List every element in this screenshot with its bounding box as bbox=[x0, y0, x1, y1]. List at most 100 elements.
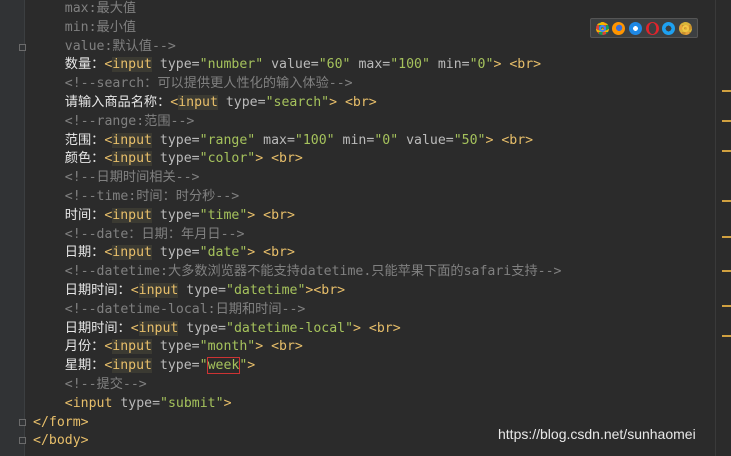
code-token: "datetime-local" bbox=[226, 320, 354, 336]
code-line[interactable]: </form> bbox=[33, 413, 89, 432]
code-line[interactable]: 时间：<input type="time"> <br> bbox=[33, 206, 295, 225]
code-token: "time" bbox=[199, 207, 248, 223]
code-token: > <br> bbox=[247, 245, 295, 261]
code-token: input bbox=[112, 207, 152, 223]
code-token: max= bbox=[255, 132, 295, 148]
code-token: min= bbox=[429, 57, 470, 73]
ie-icon[interactable] bbox=[662, 21, 676, 35]
code-token: <!--日期时间相关--> bbox=[33, 170, 200, 186]
code-token: < bbox=[130, 283, 139, 298]
code-line[interactable]: </body> bbox=[33, 431, 89, 450]
code-token: input bbox=[112, 57, 152, 73]
code-token: max:最大值 bbox=[33, 1, 137, 16]
code-editor[interactable]: max:最大值 min:最小值 value:默认值--> 数量：<input t… bbox=[0, 0, 715, 456]
code-token: input bbox=[112, 339, 152, 355]
code-token: > <br> bbox=[247, 207, 295, 223]
code-token: ><br> bbox=[305, 283, 346, 298]
code-token: type= bbox=[151, 339, 200, 355]
code-line[interactable]: <!--search：可以提供更人性化的输入体验--> bbox=[33, 74, 353, 93]
code-token: type= bbox=[178, 320, 226, 336]
code-token: <!--search：可以提供更人性化的输入体验--> bbox=[33, 76, 353, 92]
code-token: type= bbox=[151, 132, 200, 148]
code-token: <input bbox=[33, 395, 113, 411]
code-line[interactable]: <!--range:范围--> bbox=[33, 112, 195, 131]
code-line[interactable]: <!--日期时间相关--> bbox=[33, 168, 200, 187]
scrollbar-marker[interactable] bbox=[722, 335, 731, 337]
code-line[interactable]: <!--datetime-local:日期和时间--> bbox=[33, 300, 306, 319]
code-token: < bbox=[130, 320, 139, 336]
code-line[interactable]: 数量：<input type="number" value="60" max="… bbox=[33, 55, 541, 74]
code-token: <!--提交--> bbox=[33, 377, 147, 392]
code-line[interactable]: 日期：<input type="date"> <br> bbox=[33, 243, 295, 262]
code-line[interactable]: <!--time:时间：时分秒--> bbox=[33, 187, 239, 206]
code-token: > <br> bbox=[255, 339, 303, 355]
scrollbar-marker[interactable] bbox=[722, 90, 731, 92]
scrollbar-marker[interactable] bbox=[722, 236, 731, 238]
code-token: 时间： bbox=[33, 207, 105, 223]
code-token: type= bbox=[178, 283, 226, 298]
code-token: > bbox=[223, 395, 232, 411]
chrome-icon[interactable] bbox=[595, 21, 609, 35]
code-line[interactable]: 日期时间：<input type="datetime"><br> bbox=[33, 281, 345, 300]
code-line[interactable]: 范围：<input type="range" max="100" min="0"… bbox=[33, 131, 533, 150]
code-token: "number" bbox=[199, 57, 264, 73]
code-token: "50" bbox=[453, 132, 486, 148]
code-token: "datetime" bbox=[226, 283, 306, 298]
code-token: 月份： bbox=[33, 339, 105, 355]
code-line[interactable]: <!--date：日期：年月日--> bbox=[33, 225, 245, 244]
scrollbar-marker[interactable] bbox=[722, 305, 731, 307]
code-token: type= bbox=[112, 395, 161, 411]
code-token: "month" bbox=[199, 339, 256, 355]
code-token: <!--time:时间：时分秒--> bbox=[33, 189, 240, 204]
code-line[interactable]: max:最大值 bbox=[33, 0, 136, 18]
code-token: input bbox=[112, 151, 152, 167]
code-token: type= bbox=[151, 57, 200, 73]
chrome-canary-icon[interactable] bbox=[679, 21, 693, 35]
code-line[interactable]: 月份：<input type="month"> <br> bbox=[33, 337, 303, 356]
code-token: input bbox=[178, 95, 218, 110]
code-token: <!--date：日期：年月日--> bbox=[33, 226, 245, 242]
code-token: > bbox=[247, 358, 256, 374]
firefox-icon[interactable] bbox=[612, 21, 626, 35]
code-line[interactable]: 请输入商品名称：<input type="search"> <br> bbox=[33, 93, 377, 112]
code-line[interactable]: <!--datetime:大多数浏览器不能支持datetime.只能苹果下面的s… bbox=[33, 262, 562, 281]
code-token: type= bbox=[151, 245, 200, 261]
code-line[interactable]: 颜色：<input type="color"> <br> bbox=[33, 149, 303, 168]
code-line[interactable]: <!--提交--> bbox=[33, 375, 147, 394]
scrollbar-marker[interactable] bbox=[722, 270, 731, 272]
code-token: value:默认值--> bbox=[33, 38, 176, 54]
code-token: min:最小值 bbox=[33, 19, 137, 35]
code-token: > <br> bbox=[329, 95, 377, 110]
code-token: 数量： bbox=[33, 57, 105, 73]
code-token: <!--datetime-local:日期和时间--> bbox=[33, 301, 306, 317]
scrollbar-marker[interactable] bbox=[722, 150, 731, 152]
scrollbar-marker[interactable] bbox=[722, 200, 731, 202]
code-token: <!--datetime:大多数浏览器不能支持datetime.只能苹果下面的s… bbox=[33, 264, 562, 280]
code-line[interactable]: 日期时间：<input type="datetime-local"> <br> bbox=[33, 319, 401, 338]
code-token: "60" bbox=[318, 57, 351, 73]
code-token: 日期时间： bbox=[33, 283, 131, 298]
code-token: 范围： bbox=[33, 132, 105, 148]
code-token: value= bbox=[398, 132, 454, 148]
code-token: min= bbox=[334, 132, 375, 148]
editor-scrollbar[interactable] bbox=[715, 0, 731, 456]
code-token: "100" bbox=[294, 132, 335, 148]
code-line[interactable]: 星期：<input type="week"> bbox=[33, 356, 255, 375]
code-token: "0" bbox=[374, 132, 399, 148]
code-line[interactable]: min:最小值 bbox=[33, 18, 136, 37]
code-token: > <br> bbox=[493, 57, 542, 73]
scrollbar-marker[interactable] bbox=[722, 120, 731, 122]
code-token: input bbox=[138, 283, 179, 298]
safari-icon[interactable] bbox=[629, 21, 643, 35]
code-token: 日期： bbox=[33, 245, 105, 261]
code-token: > <br> bbox=[353, 320, 401, 336]
code-token: "range" bbox=[199, 132, 256, 148]
code-token: <!--range:范围--> bbox=[33, 113, 195, 129]
code-token: input bbox=[138, 320, 179, 336]
code-token: input bbox=[112, 132, 152, 148]
opera-icon[interactable] bbox=[645, 21, 659, 35]
code-line[interactable]: value:默认值--> bbox=[33, 37, 176, 56]
code-token: "date" bbox=[199, 245, 248, 261]
code-line[interactable]: <input type="submit"> bbox=[33, 394, 232, 413]
code-token: 颜色： bbox=[33, 151, 105, 167]
